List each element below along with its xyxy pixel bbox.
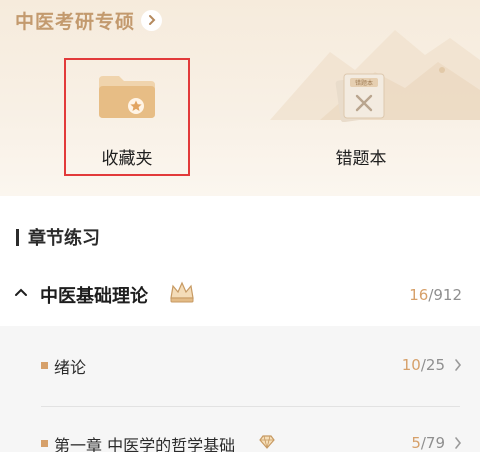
course-header: 中医考研专硕 收藏夹 错题本 错题本 [0, 0, 480, 196]
wrong-notebook-icon: 错题本 [335, 73, 385, 122]
chevron-right-icon[interactable] [454, 358, 462, 372]
section-header: 章节练习 [16, 225, 100, 249]
folder-star-icon [99, 76, 155, 118]
section-title: 章节练习 [28, 228, 100, 249]
favorites-label: 收藏夹 [101, 149, 153, 169]
list-item[interactable]: 绪论 10/25 [0, 348, 480, 388]
course-switcher[interactable]: 中医考研专硕 [15, 7, 163, 33]
sub-item-name: 第一章 中医学的哲学基础 [54, 436, 236, 452]
wrong-questions-label: 错题本 [335, 149, 387, 169]
favorites-card[interactable]: 收藏夹 [64, 58, 190, 176]
chapter-row[interactable]: 中医基础理论 16/912 [0, 276, 480, 314]
list-item[interactable]: 第一章 中医学的哲学基础 5/79 [0, 426, 480, 452]
bullet [41, 362, 48, 369]
section-bar [16, 228, 19, 246]
diamond-icon [259, 435, 275, 449]
chevron-right-icon[interactable] [141, 9, 163, 31]
crown-icon [170, 281, 194, 303]
chevron-right-icon[interactable] [454, 436, 462, 450]
course-title: 中医考研专硕 [15, 10, 136, 33]
chapter-name: 中医基础理论 [40, 286, 148, 307]
chevron-up-icon[interactable] [14, 287, 28, 297]
sub-item-name: 绪论 [54, 358, 87, 377]
divider [41, 406, 460, 407]
chapter-progress: 16/912 [409, 286, 462, 304]
wrong-questions-card[interactable]: 错题本 错题本 [298, 58, 424, 176]
sub-item-progress: 10/25 [401, 356, 445, 374]
notebook-badge-text: 错题本 [355, 79, 373, 87]
sub-item-progress: 5/79 [411, 434, 445, 452]
bullet [41, 440, 48, 447]
sub-chapter-list: 绪论 10/25 第一章 中医学的哲学基础 5/79 [0, 326, 480, 452]
